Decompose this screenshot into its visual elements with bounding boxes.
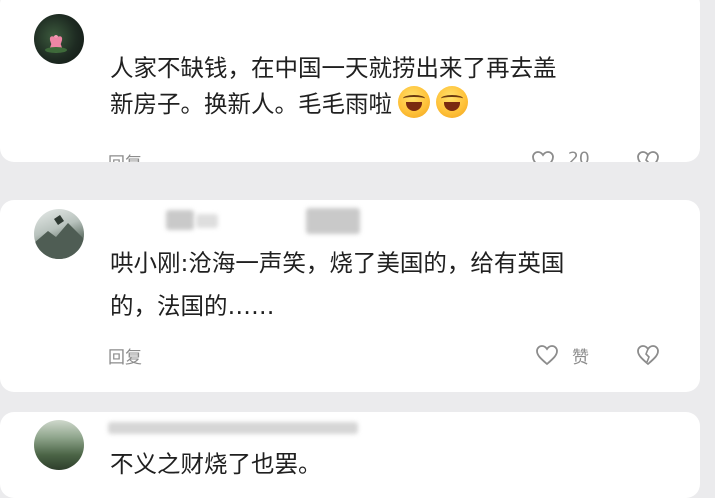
like-count: 20	[568, 149, 590, 162]
blurred-username	[166, 210, 194, 230]
comment-card: 哄小刚:沧海一声笑，烧了美国的，给有英国 的，法国的…… 回复 赞	[0, 200, 700, 392]
comment-text-line: 人家不缺钱，在中国一天就捞出来了再去盖	[110, 54, 557, 82]
blurred-username	[306, 208, 360, 234]
heart-icon[interactable]	[531, 150, 555, 162]
grinning-squinting-face-icon	[398, 86, 430, 118]
avatar[interactable]	[34, 420, 84, 470]
reply-button[interactable]: 回复	[108, 343, 142, 368]
broken-heart-icon[interactable]	[636, 150, 660, 162]
blurred-username	[196, 214, 218, 228]
avatar[interactable]	[34, 14, 84, 64]
broken-heart-icon[interactable]	[636, 344, 660, 366]
grinning-squinting-face-icon	[436, 86, 468, 118]
comment-card: 人家不缺钱，在中国一天就捞出来了再去盖 新房子。换新人。毛毛雨啦 回复 20	[0, 0, 700, 162]
comment-text-segment: 新房子。换新人。毛毛雨啦	[110, 90, 392, 118]
comment-text-line: 新房子。换新人。毛毛雨啦	[110, 86, 468, 122]
reply-button[interactable]: 回复	[108, 149, 142, 162]
comment-text-line: 的，法国的……	[110, 292, 275, 320]
like-label[interactable]: 赞	[572, 343, 589, 368]
comment-text-line: 哄小刚:沧海一声笑，烧了美国的，给有英国	[110, 249, 565, 277]
avatar[interactable]	[34, 209, 84, 259]
heart-icon[interactable]	[535, 344, 559, 366]
blurred-username	[108, 422, 358, 434]
comment-card: 不义之财烧了也罢。	[0, 412, 700, 498]
comment-text-line: 不义之财烧了也罢。	[110, 450, 322, 478]
